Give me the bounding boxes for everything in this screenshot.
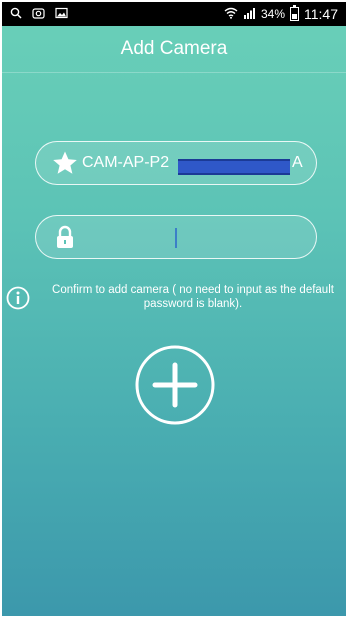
plus-icon: [135, 345, 215, 429]
text-cursor: [175, 228, 177, 248]
page-title: Add Camera: [120, 38, 228, 59]
star-icon: [52, 150, 78, 176]
signal-icon: [243, 7, 256, 22]
wifi-icon: [224, 7, 238, 22]
camera-icon: [32, 7, 45, 22]
image-icon: [55, 7, 68, 22]
lock-icon: [52, 224, 78, 250]
password-field[interactable]: [35, 215, 317, 259]
status-bar-right: 34% 11:47: [224, 5, 346, 22]
app-screen: 34% 11:47 Add Camera CAM-AP-P2 A Confirm…: [2, 2, 346, 616]
ssid-field[interactable]: CAM-AP-P2 A: [35, 141, 317, 185]
battery-percent: 34%: [260, 7, 285, 21]
ssid-value: CAM-AP-P2 A: [82, 154, 303, 175]
redaction-bar: [178, 159, 290, 175]
ssid-value-suffix: A: [292, 154, 303, 171]
search-icon: [10, 7, 22, 22]
ssid-value-prefix: CAM-AP-P2: [82, 154, 170, 171]
title-bar: Add Camera: [2, 26, 346, 73]
status-bar: 34% 11:47: [2, 2, 346, 26]
info-icon: [6, 286, 30, 310]
status-bar-left: [2, 7, 68, 22]
battery-icon: [290, 5, 299, 21]
hint-text: Confirm to add camera ( no need to input…: [52, 284, 334, 310]
add-camera-button[interactable]: [135, 345, 215, 425]
status-time: 11:47: [304, 6, 338, 22]
hint-row: Confirm to add camera ( no need to input…: [6, 283, 344, 311]
